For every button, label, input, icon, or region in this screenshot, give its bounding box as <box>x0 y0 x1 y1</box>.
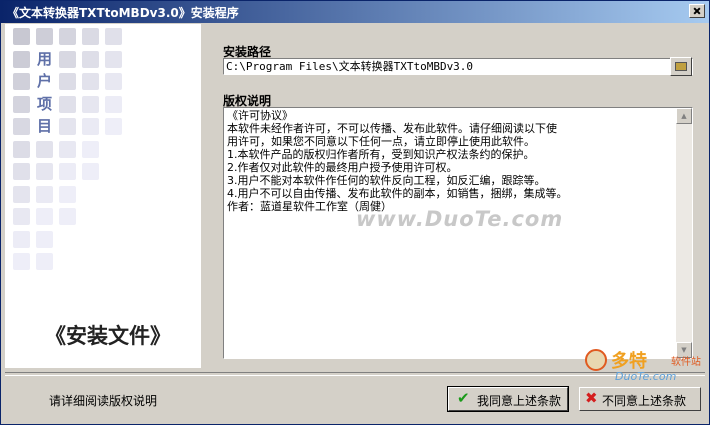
license-line: 本软件未经作者许可，不可以传播、发布此软件。请仔细阅读以下使 <box>227 122 557 135</box>
decorative-tile <box>13 185 30 203</box>
license-line: 3.用户不能对本软件作任何的软件反向工程，如反汇编，跟踪等。 <box>227 174 546 187</box>
decorative-tile <box>36 253 53 270</box>
disagree-button[interactable]: ✖ 不同意上述条款 <box>579 387 701 411</box>
decorative-tile <box>13 95 30 113</box>
decorative-tile <box>59 118 76 135</box>
check-icon: ✔ <box>457 389 470 407</box>
decorative-tile <box>13 230 30 248</box>
disagree-button-label: 不同意上述条款 <box>602 394 687 408</box>
agree-button[interactable]: ✔ 我同意上述条款 <box>447 386 569 412</box>
vertical-char-2: 户 <box>36 72 52 90</box>
decorative-tile <box>82 95 99 113</box>
decorative-tile <box>105 95 122 113</box>
vertical-char-4: 目 <box>36 117 52 135</box>
install-files-label: 《安装文件》 <box>45 324 171 348</box>
logo-sub-text: DuoTe.com <box>615 370 677 383</box>
decorative-tile <box>105 50 122 68</box>
license-line: 2.作者仅对此软件的最终用户授予使用许可权。 <box>227 161 458 174</box>
close-button[interactable] <box>689 4 705 18</box>
decorative-tile <box>13 140 30 158</box>
browse-button[interactable] <box>670 57 692 76</box>
decorative-tile <box>13 28 30 45</box>
status-text: 请详细阅读版权说明 <box>49 394 158 408</box>
scroll-up-icon[interactable]: ▲ <box>676 108 692 124</box>
decorative-tile <box>82 140 99 158</box>
vertical-char-3: 项 <box>36 95 52 113</box>
decorative-tile <box>36 140 53 158</box>
decorative-tile <box>13 208 30 225</box>
title-bar[interactable]: 《文本转换器TXTtoMBDv3.0》安装程序 <box>1 1 709 23</box>
license-scrollbar[interactable]: ▲ ▼ <box>676 108 692 358</box>
decorative-tile <box>13 73 30 90</box>
license-line: 《许可协议》 <box>227 109 293 122</box>
decorative-tile <box>59 163 76 180</box>
decorative-tile <box>59 185 76 203</box>
sidebar-banner: 用 户 项 目 《安装文件》 <box>5 24 201 368</box>
license-text-area[interactable]: 《许可协议》 本软件未经作者许可，不可以传播、发布此软件。请仔细阅读以下使 用许… <box>223 107 693 359</box>
decorative-tile <box>59 208 76 225</box>
watermark-text: www.DuoTe.com <box>356 207 564 231</box>
logo-small-text: 软件站 <box>671 357 701 368</box>
logo-circle-icon <box>585 349 607 371</box>
decorative-tile <box>59 95 76 113</box>
window-title: 《文本转换器TXTtoMBDv3.0》安装程序 <box>7 6 239 20</box>
decorative-tile <box>82 118 99 135</box>
license-line: 用许可，如果您不同意以下任何一点，请立即停止使用此软件。 <box>227 135 535 148</box>
decorative-tile <box>13 253 30 270</box>
decorative-tile <box>59 73 76 90</box>
decorative-tile <box>36 208 53 225</box>
decorative-tile <box>105 73 122 90</box>
license-line: 4.用户不可以自由传播、发布此软件的副本，如销售，捆绑，集成等。 <box>227 187 568 200</box>
decorative-tile <box>82 163 99 180</box>
decorative-tile <box>59 28 76 45</box>
decorative-tile <box>59 140 76 158</box>
cross-icon: ✖ <box>585 389 598 407</box>
decorative-tile <box>36 28 53 45</box>
decorative-tile <box>105 118 122 135</box>
vertical-char-1: 用 <box>36 50 52 68</box>
decorative-tile <box>13 163 30 180</box>
decorative-tile <box>36 163 53 180</box>
folder-icon <box>675 62 687 71</box>
decorative-tile <box>82 50 99 68</box>
install-path-input[interactable]: C:\Program Files\文本转换器TXTtoMBDv3.0 <box>223 58 693 75</box>
decorative-tile <box>82 28 99 45</box>
license-line: 1.本软件产品的版权归作者所有，受到知识产权法条约的保护。 <box>227 148 535 161</box>
agree-button-label: 我同意上述条款 <box>477 394 562 408</box>
decorative-tile <box>59 50 76 68</box>
decorative-tile <box>36 185 53 203</box>
decorative-tile <box>36 230 53 248</box>
decorative-tile <box>13 50 30 68</box>
decorative-tile <box>105 28 122 45</box>
decorative-tile <box>82 73 99 90</box>
installer-window: 《文本转换器TXTtoMBDv3.0》安装程序 用 户 项 目 《安装文件》 安… <box>0 0 710 425</box>
decorative-tile <box>13 118 30 135</box>
